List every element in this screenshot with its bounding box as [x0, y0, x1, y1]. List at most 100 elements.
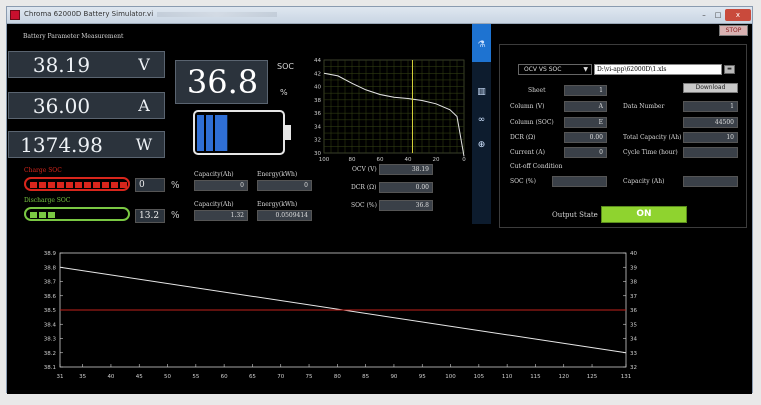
progress-segment — [48, 182, 55, 188]
dcr-config-field[interactable]: 0.00 — [564, 132, 607, 143]
x-tick-label: 35 — [79, 374, 86, 380]
minimize-button[interactable]: – — [697, 9, 711, 21]
discharge-percent-field: 13.2 — [135, 209, 165, 223]
app-icon — [10, 10, 20, 20]
x-tick-label: 100 — [319, 157, 330, 163]
progress-segment — [48, 212, 55, 218]
voltage-trend-chart: 38.1 38.2 38.3 38.4 38.5 38.6 38.7 38.8 38.9 32 3… — [44, 251, 638, 380]
x-tick-label: 100 — [445, 374, 456, 380]
y-right-tick-label: 33 — [630, 351, 637, 357]
cutoff-capacity-field[interactable] — [683, 176, 738, 187]
progress-segment — [66, 182, 73, 188]
measurement-title: Battery Parameter Measurement — [23, 33, 124, 40]
maximize-button[interactable]: □ — [711, 9, 725, 21]
cutoff-capacity-label: Capacity (Ah) — [623, 178, 665, 185]
side-navigation: ⚗ ▥ ∞ ⊕ — [472, 24, 491, 224]
flask-icon[interactable]: ⚗ — [472, 40, 491, 50]
app-window: Chroma 62000D Battery Simulator.vi – □ x… — [6, 6, 753, 394]
data-number-field[interactable]: 1 — [683, 101, 738, 112]
y-right-tick-label: 37 — [630, 294, 637, 300]
x-tick-label: 31 — [57, 374, 64, 380]
stop-button[interactable]: STOP — [719, 25, 748, 36]
dcr-label: DCR (Ω) — [351, 184, 377, 191]
cutoff-soc-label: SOC (%) — [510, 178, 536, 185]
folder-browse-icon[interactable]: ▬ — [724, 65, 735, 74]
x-tick-label: 55 — [192, 374, 199, 380]
link-icon[interactable]: ∞ — [472, 115, 491, 125]
charge-soc-label: Charge SOC — [24, 167, 62, 174]
y-tick-label: 38 — [314, 98, 321, 104]
title-bar: Chroma 62000D Battery Simulator.vi – □ x — [7, 7, 752, 24]
battery-icon — [193, 110, 291, 155]
charge-soc-bar — [24, 177, 130, 191]
cutoff-soc-field[interactable] — [552, 176, 607, 187]
discharge-soc-bar — [24, 207, 130, 221]
x-tick-label: 60 — [221, 374, 228, 380]
x-tick-label: 40 — [107, 374, 114, 380]
soc-label: SOC — [277, 62, 294, 71]
y-left-tick-label: 38.3 — [44, 337, 57, 343]
total-capacity-label: Total Capacity (Ah) — [623, 134, 682, 141]
table-icon[interactable]: ▥ — [472, 87, 491, 97]
column-v-field[interactable]: A — [564, 101, 607, 112]
y-right-tick-label: 36 — [630, 308, 637, 314]
x-tick-label: 95 — [419, 374, 426, 380]
x-tick-label: 90 — [390, 374, 397, 380]
window-title: Chroma 62000D Battery Simulator.vi — [24, 10, 154, 18]
current-unit: A — [138, 96, 150, 115]
output-state-label: Output State — [552, 211, 598, 219]
cutoff-title: Cut-off Condition — [510, 163, 563, 170]
x-tick-label: 20 — [433, 157, 440, 163]
progress-segment — [84, 182, 91, 188]
x-tick-label: 80 — [334, 374, 341, 380]
current-display: 36.00 A — [8, 92, 165, 119]
config-panel: OCV VS SOC ▼ D:\vi-app\62000D\1.xls ▬ Do… — [499, 44, 747, 228]
file-path-field[interactable]: D:\vi-app\62000D\1.xls — [594, 64, 722, 75]
dcr-config-label: DCR (Ω) — [510, 134, 536, 141]
ocv-soc-mini-chart: 3032343638404244 100 80 60 40 20 0 — [314, 58, 466, 163]
power-display: 1374.98 W — [8, 131, 165, 158]
x-tick-label: 125 — [587, 374, 598, 380]
total-capacity-field[interactable]: 10 — [683, 132, 738, 143]
output-on-button[interactable]: ON — [601, 206, 687, 223]
progress-segment — [93, 182, 100, 188]
y-left-tick-label: 38.4 — [44, 322, 57, 328]
y-right-tick-label: 40 — [630, 251, 637, 257]
current-config-field[interactable]: 0 — [564, 147, 607, 158]
y-tick-label: 42 — [314, 71, 321, 77]
y-right-tick-label: 32 — [630, 365, 637, 371]
data-number-label: Data Number — [623, 103, 665, 110]
column-soc-field[interactable]: E — [564, 117, 607, 128]
x-tick-label: 131 — [621, 374, 632, 380]
voltage-value: 38.19 — [32, 53, 91, 77]
mode-select[interactable]: OCV VS SOC ▼ — [518, 64, 592, 75]
x-tick-label: 40 — [405, 157, 412, 163]
title-bar-menu-blur — [157, 12, 277, 17]
soc-value: 36.8 — [186, 63, 259, 101]
close-button[interactable]: x — [725, 9, 751, 21]
progress-segment — [57, 182, 64, 188]
sheet-label: Sheet — [528, 87, 546, 94]
cycle-time-field[interactable] — [683, 147, 738, 158]
discharge-energy-value: 0.0509414 — [257, 210, 312, 221]
ocv-label: OCV (V) — [352, 166, 377, 173]
x-tick-label: 110 — [502, 374, 513, 380]
progress-segment — [39, 182, 46, 188]
x-tick-label: 70 — [277, 374, 284, 380]
download-button[interactable]: Download — [683, 83, 738, 93]
progress-segment — [111, 182, 118, 188]
x-tick-label: 105 — [474, 374, 485, 380]
y-tick-label: 44 — [314, 58, 321, 64]
progress-segment — [102, 182, 109, 188]
y-left-tick-label: 38.8 — [44, 265, 57, 271]
globe-icon[interactable]: ⊕ — [472, 140, 491, 150]
sheet-field[interactable]: 1 — [564, 85, 607, 96]
charge-energy-label: Energy(kWh) — [257, 171, 298, 178]
x-tick-label: 65 — [249, 374, 256, 380]
y-left-tick-label: 38.7 — [44, 280, 57, 286]
charge-capacity-value: 0 — [194, 180, 248, 191]
ocv-value: 38.19 — [379, 164, 433, 175]
x-tick-label: 50 — [164, 374, 171, 380]
progress-segment — [39, 212, 46, 218]
data-number-field-2[interactable]: 44500 — [683, 117, 738, 128]
